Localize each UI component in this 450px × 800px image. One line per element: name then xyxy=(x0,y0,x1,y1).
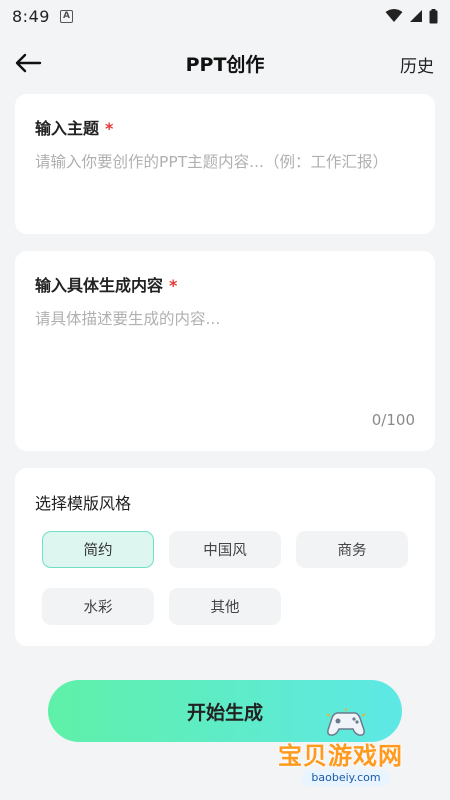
watermark: 宝贝游戏网 baobeiy.com xyxy=(272,702,422,794)
content-label: 输入具体生成内容 * xyxy=(35,272,177,296)
status-time: 8:49 xyxy=(12,6,50,26)
topic-input[interactable]: 请输入你要创作的PPT主题内容...（例：工作汇报） xyxy=(35,149,409,175)
cell-signal-icon xyxy=(410,10,422,22)
required-mark: * xyxy=(105,119,114,138)
style-option-business[interactable]: 商务 xyxy=(296,531,408,568)
status-icons xyxy=(385,8,438,24)
watermark-title: 宝贝游戏网 xyxy=(278,742,403,770)
wifi-icon xyxy=(385,9,403,22)
status-bar: 8:49 A xyxy=(0,0,450,32)
character-counter: 0/100 xyxy=(371,411,415,429)
topic-card: 输入主题 * 请输入你要创作的PPT主题内容...（例：工作汇报） xyxy=(15,94,435,234)
topic-label: 输入主题 * xyxy=(35,115,113,139)
template-style-label: 选择模版风格 xyxy=(35,494,132,513)
content-input[interactable]: 请具体描述要生成的内容... xyxy=(35,306,409,332)
notification-icon: A xyxy=(59,9,73,23)
watermark-url: baobeiy.com xyxy=(302,770,390,786)
battery-icon xyxy=(429,8,438,23)
back-arrow-icon xyxy=(15,53,42,73)
history-button[interactable]: 历史 xyxy=(400,52,434,77)
content-card: 输入具体生成内容 * 请具体描述要生成的内容... 0/100 xyxy=(15,251,435,451)
style-option-simple[interactable]: 简约 xyxy=(42,531,154,568)
back-button[interactable] xyxy=(12,48,44,78)
style-option-chinese[interactable]: 中国风 xyxy=(169,531,281,568)
template-style-card: 选择模版风格 简约 中国风 商务 水彩 其他 xyxy=(15,468,435,646)
topic-label-text: 输入主题 xyxy=(35,119,100,138)
style-option-other[interactable]: 其他 xyxy=(169,588,281,625)
style-option-watercolor[interactable]: 水彩 xyxy=(42,588,154,625)
app-header: PPT创作 历史 xyxy=(0,40,450,86)
required-mark: * xyxy=(169,276,178,295)
page-title: PPT创作 xyxy=(185,53,265,76)
content-label-text: 输入具体生成内容 xyxy=(35,276,164,295)
gamepad-icon xyxy=(326,708,366,736)
